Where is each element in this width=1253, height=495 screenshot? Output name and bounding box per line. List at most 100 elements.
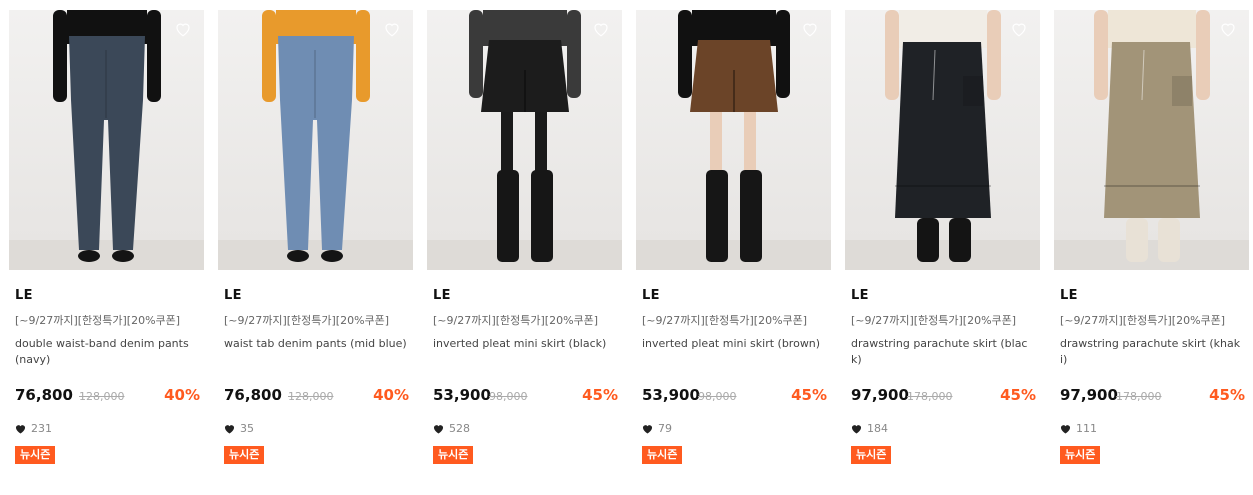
brand-name[interactable]: LE <box>15 288 33 303</box>
product-image[interactable] <box>218 10 413 270</box>
original-price: 128,000 <box>79 390 125 403</box>
product-card[interactable]: LE [~9/27까지][한정특가][20%쿠폰] inverted pleat… <box>427 10 622 480</box>
brand-name[interactable]: LE <box>1060 288 1078 303</box>
new-season-badge: 뉴시즌 <box>15 446 56 464</box>
product-card[interactable]: LE [~9/27까지][한정특가][20%쿠폰] drawstring par… <box>845 10 1040 480</box>
product-image[interactable] <box>1054 10 1249 270</box>
promo-text[interactable]: [~9/27까지][한정특가][20%쿠폰] <box>851 312 1016 328</box>
model-right-arm <box>1196 10 1210 100</box>
model-left-boot <box>917 218 939 262</box>
model-left-arm <box>469 10 483 98</box>
model-long-skirt <box>1104 42 1200 218</box>
discount-rate: 40% <box>373 386 409 404</box>
like-count: 184 <box>851 422 888 435</box>
model-left-arm <box>262 10 276 102</box>
brand-name[interactable]: LE <box>433 288 451 303</box>
product-name[interactable]: waist tab denim pants (mid blue) <box>224 336 410 352</box>
original-price: 178,000 <box>907 390 953 403</box>
model-right-shoe <box>321 250 343 262</box>
model-left-arm <box>885 10 899 100</box>
heart-icon <box>642 424 653 434</box>
product-image[interactable] <box>427 10 622 270</box>
product-name[interactable]: double waist-band denim pants (navy) <box>15 336 201 368</box>
heart-icon <box>1060 424 1071 434</box>
model-right-boot <box>740 170 762 262</box>
discount-rate: 40% <box>164 386 200 404</box>
like-count: 528 <box>433 422 470 435</box>
new-season-badge: 뉴시즌 <box>642 446 683 464</box>
model-right-boot <box>531 170 553 262</box>
discount-rate: 45% <box>582 386 618 404</box>
product-image[interactable] <box>845 10 1040 270</box>
product-name[interactable]: inverted pleat mini skirt (black) <box>433 336 619 352</box>
model-left-shoe <box>78 250 100 262</box>
wishlist-heart-icon[interactable] <box>592 20 610 38</box>
model-left-leg <box>710 112 722 172</box>
brand-name[interactable]: LE <box>851 288 869 303</box>
model-left-boot <box>706 170 728 262</box>
like-count-value: 184 <box>867 422 888 435</box>
model-left-boot <box>1126 218 1148 262</box>
promo-text[interactable]: [~9/27까지][한정특가][20%쿠폰] <box>1060 312 1225 328</box>
like-count-value: 528 <box>449 422 470 435</box>
wishlist-heart-icon[interactable] <box>174 20 192 38</box>
wishlist-heart-icon[interactable] <box>1010 20 1028 38</box>
discount-rate: 45% <box>791 386 827 404</box>
model-left-boot <box>497 170 519 262</box>
brand-name[interactable]: LE <box>224 288 242 303</box>
wishlist-heart-icon[interactable] <box>1219 20 1237 38</box>
product-name[interactable]: drawstring parachute skirt (black) <box>851 336 1037 368</box>
like-count: 111 <box>1060 422 1097 435</box>
model-right-shoe <box>112 250 134 262</box>
discount-rate: 45% <box>1000 386 1036 404</box>
sale-price: 76,800 <box>224 386 282 404</box>
model-figure <box>469 10 581 262</box>
sale-price: 97,900 <box>1060 386 1118 404</box>
promo-text[interactable]: [~9/27까지][한정특가][20%쿠폰] <box>15 312 180 328</box>
model-left-arm <box>678 10 692 98</box>
discount-rate: 45% <box>1209 386 1245 404</box>
like-count-value: 231 <box>31 422 52 435</box>
product-name[interactable]: inverted pleat mini skirt (brown) <box>642 336 828 352</box>
model-jeans <box>69 36 145 250</box>
original-price: 98,000 <box>489 390 528 403</box>
product-card[interactable]: LE [~9/27까지][한정특가][20%쿠폰] drawstring par… <box>1054 10 1249 480</box>
wishlist-heart-icon[interactable] <box>801 20 819 38</box>
sale-price: 97,900 <box>851 386 909 404</box>
sale-price: 76,800 <box>15 386 73 404</box>
heart-icon <box>224 424 235 434</box>
product-grid: LE [~9/27까지][한정특가][20%쿠폰] double waist-b… <box>0 0 1253 495</box>
original-price: 98,000 <box>698 390 737 403</box>
model-left-leg <box>501 112 513 172</box>
like-count-value: 79 <box>658 422 672 435</box>
original-price: 128,000 <box>288 390 334 403</box>
model-figure <box>1094 10 1210 262</box>
like-count-value: 35 <box>240 422 254 435</box>
product-name[interactable]: drawstring parachute skirt (khaki) <box>1060 336 1246 368</box>
product-card[interactable]: LE [~9/27까지][한정특가][20%쿠폰] double waist-b… <box>9 10 204 480</box>
heart-icon <box>433 424 444 434</box>
wishlist-heart-icon[interactable] <box>383 20 401 38</box>
model-right-arm <box>356 10 370 102</box>
sale-price: 53,900 <box>433 386 491 404</box>
model-left-arm <box>53 10 67 102</box>
promo-text[interactable]: [~9/27까지][한정특가][20%쿠폰] <box>642 312 807 328</box>
promo-text[interactable]: [~9/27까지][한정특가][20%쿠폰] <box>224 312 389 328</box>
model-left-shoe <box>287 250 309 262</box>
brand-name[interactable]: LE <box>642 288 660 303</box>
model-jeans <box>278 36 354 250</box>
product-card[interactable]: LE [~9/27까지][한정특가][20%쿠폰] inverted pleat… <box>636 10 831 480</box>
model-figure <box>678 10 790 262</box>
heart-icon <box>851 424 862 434</box>
product-image[interactable] <box>9 10 204 270</box>
skirt-cargo-pocket <box>1172 76 1192 106</box>
model-right-arm <box>567 10 581 98</box>
like-count: 79 <box>642 422 672 435</box>
product-image[interactable] <box>636 10 831 270</box>
product-card[interactable]: LE [~9/27까지][한정특가][20%쿠폰] waist tab deni… <box>218 10 413 480</box>
promo-text[interactable]: [~9/27까지][한정특가][20%쿠폰] <box>433 312 598 328</box>
like-count: 35 <box>224 422 254 435</box>
model-right-arm <box>987 10 1001 100</box>
model-long-skirt <box>895 42 991 218</box>
model-left-arm <box>1094 10 1108 100</box>
